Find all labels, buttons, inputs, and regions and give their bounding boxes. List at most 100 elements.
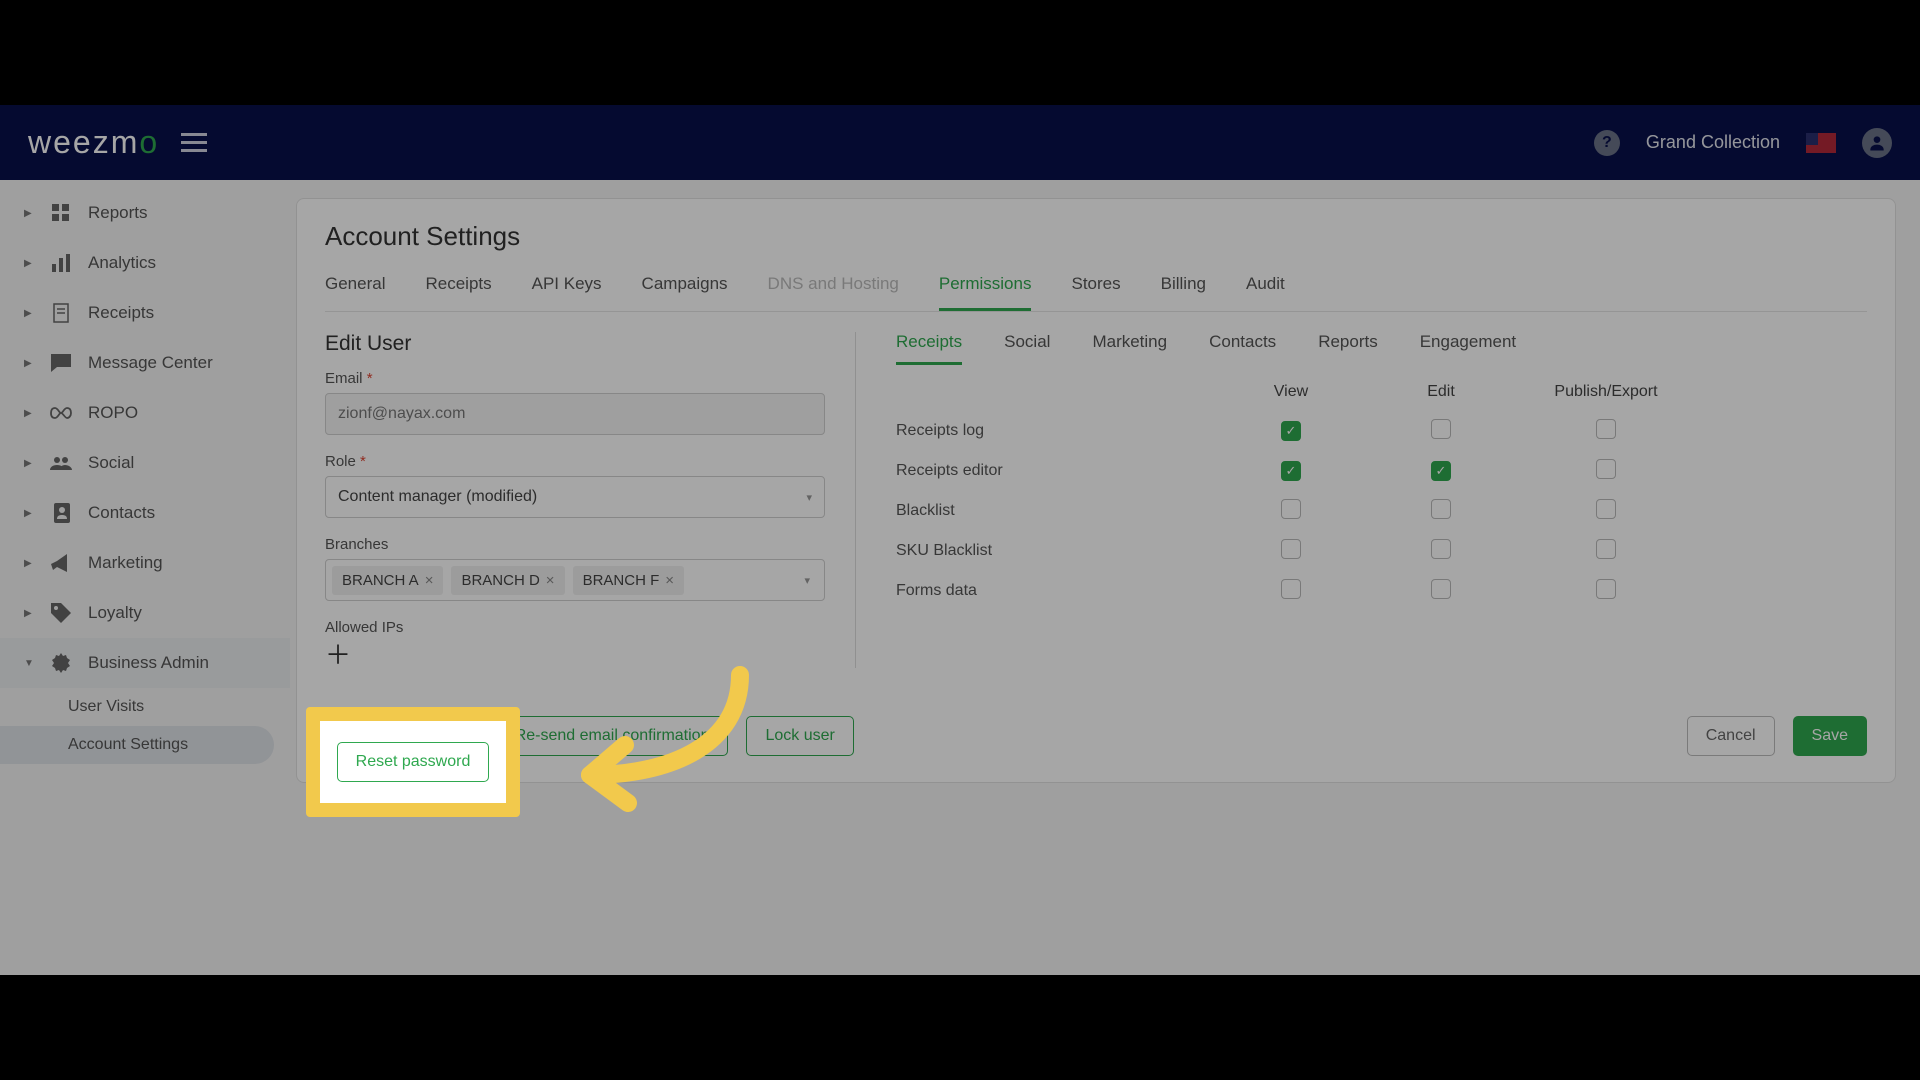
caret-icon: ▶ xyxy=(24,408,34,419)
sidebar-subitem-account-settings[interactable]: Account Settings xyxy=(0,726,274,764)
branches-multiselect[interactable]: BRANCH A× BRANCH D× BRANCH F× ▾ xyxy=(325,559,825,601)
role-select[interactable]: Content manager (modified) ▾ xyxy=(325,476,825,518)
perm-row: Forms data xyxy=(896,571,1867,611)
caret-icon: ▶ xyxy=(24,608,34,619)
app-header: weezmo ? Grand Collection xyxy=(0,105,1920,180)
caret-icon: ▶ xyxy=(24,308,34,319)
perm-row-label: SKU Blacklist xyxy=(896,542,1216,560)
perm-row-label: Forms data xyxy=(896,582,1216,600)
chip-remove-icon[interactable]: × xyxy=(425,572,434,589)
sidebar-item-label: Social xyxy=(88,453,134,473)
contact-icon xyxy=(50,502,72,524)
chip-remove-icon[interactable]: × xyxy=(546,572,555,589)
email-field[interactable] xyxy=(325,393,825,435)
user-avatar-icon[interactable] xyxy=(1862,128,1892,158)
tab-receipts[interactable]: Receipts xyxy=(425,274,491,311)
tab-api-keys[interactable]: API Keys xyxy=(532,274,602,311)
subtab-social[interactable]: Social xyxy=(1004,332,1050,365)
tab-billing[interactable]: Billing xyxy=(1161,274,1206,311)
sidebar-item-label: Marketing xyxy=(88,553,163,573)
chip-remove-icon[interactable]: × xyxy=(665,572,674,589)
message-icon xyxy=(50,352,72,374)
sidebar-item-analytics[interactable]: ▶ Analytics xyxy=(0,238,290,288)
branches-label: Branches xyxy=(325,536,825,553)
perm-row: Blacklist xyxy=(896,491,1867,531)
checkbox-view[interactable] xyxy=(1281,499,1301,519)
checkbox-view[interactable] xyxy=(1281,579,1301,599)
subtab-reports[interactable]: Reports xyxy=(1318,332,1378,365)
content: Account Settings General Receipts API Ke… xyxy=(290,180,1920,975)
sidebar-item-ropo[interactable]: ▶ ROPO xyxy=(0,388,290,438)
tab-permissions[interactable]: Permissions xyxy=(939,274,1032,311)
letterbox-top xyxy=(0,0,1920,105)
sidebar-item-contacts[interactable]: ▶ Contacts xyxy=(0,488,290,538)
checkbox-view[interactable] xyxy=(1281,421,1301,441)
subtab-receipts[interactable]: Receipts xyxy=(896,332,962,365)
gear-icon xyxy=(50,652,72,674)
sidebar-item-label: Message Center xyxy=(88,353,213,373)
infinity-icon xyxy=(50,402,72,424)
sidebar-sub-label: User Visits xyxy=(68,698,144,715)
subtab-engagement[interactable]: Engagement xyxy=(1420,332,1516,365)
subtab-marketing[interactable]: Marketing xyxy=(1092,332,1167,365)
checkbox-view[interactable] xyxy=(1281,461,1301,481)
callout-highlight: Reset password xyxy=(306,707,520,817)
checkbox-edit[interactable] xyxy=(1431,461,1451,481)
resend-email-button[interactable]: Re-send email confirmation xyxy=(496,716,729,756)
section-heading: Edit User xyxy=(325,332,825,356)
sidebar-sub-label: Account Settings xyxy=(68,736,188,753)
checkbox-edit[interactable] xyxy=(1431,539,1451,559)
caret-icon: ▶ xyxy=(24,208,34,219)
reset-password-button-highlighted[interactable]: Reset password xyxy=(337,742,490,782)
sidebar-item-reports[interactable]: ▶ Reports xyxy=(0,188,290,238)
sidebar-item-message-center[interactable]: ▶ Message Center xyxy=(0,338,290,388)
checkbox-view[interactable] xyxy=(1281,539,1301,559)
menu-icon[interactable] xyxy=(181,133,207,153)
chevron-down-icon: ▾ xyxy=(804,574,818,587)
email-label: Email * xyxy=(325,370,825,387)
sidebar-item-loyalty[interactable]: ▶ Loyalty xyxy=(0,588,290,638)
sidebar-item-social[interactable]: ▶ Social xyxy=(0,438,290,488)
label-text: Email xyxy=(325,370,363,387)
checkbox-publish[interactable] xyxy=(1596,459,1616,479)
logo: weezmo xyxy=(28,124,159,161)
sidebar-item-label: ROPO xyxy=(88,403,138,423)
checkbox-publish[interactable] xyxy=(1596,419,1616,439)
sidebar-item-label: Analytics xyxy=(88,253,156,273)
required-mark: * xyxy=(360,453,366,470)
branch-chip: BRANCH F× xyxy=(573,566,684,595)
checkbox-publish[interactable] xyxy=(1596,499,1616,519)
logo-text: weezm xyxy=(28,124,139,160)
tab-campaigns[interactable]: Campaigns xyxy=(642,274,728,311)
perm-row: Receipts log xyxy=(896,411,1867,451)
permissions-panel: Receipts Social Marketing Contacts Repor… xyxy=(886,332,1867,668)
checkbox-publish[interactable] xyxy=(1596,539,1616,559)
lock-user-button[interactable]: Lock user xyxy=(746,716,853,756)
sidebar-item-receipts[interactable]: ▶ Receipts xyxy=(0,288,290,338)
perm-header-blank xyxy=(896,383,1216,401)
checkbox-publish[interactable] xyxy=(1596,579,1616,599)
perm-col-edit: Edit xyxy=(1366,383,1516,401)
sidebar-item-marketing[interactable]: ▶ Marketing xyxy=(0,538,290,588)
sidebar-item-business-admin[interactable]: ▼ Business Admin xyxy=(0,638,290,688)
tab-stores[interactable]: Stores xyxy=(1071,274,1120,311)
save-button[interactable]: Save xyxy=(1793,716,1867,756)
logo-accent: o xyxy=(139,124,159,160)
tab-general[interactable]: General xyxy=(325,274,385,311)
checkbox-edit[interactable] xyxy=(1431,419,1451,439)
dashboard-icon xyxy=(50,202,72,224)
sidebar-subitem-user-visits[interactable]: User Visits xyxy=(0,688,290,726)
perm-row: SKU Blacklist xyxy=(896,531,1867,571)
subtab-contacts[interactable]: Contacts xyxy=(1209,332,1276,365)
cancel-button[interactable]: Cancel xyxy=(1687,716,1775,756)
flag-icon[interactable] xyxy=(1806,133,1836,153)
sidebar-item-label: Receipts xyxy=(88,303,154,323)
checkbox-edit[interactable] xyxy=(1431,579,1451,599)
header-right: ? Grand Collection xyxy=(1594,128,1892,158)
letterbox-bottom xyxy=(0,975,1920,1080)
chart-icon xyxy=(50,252,72,274)
checkbox-edit[interactable] xyxy=(1431,499,1451,519)
tab-audit[interactable]: Audit xyxy=(1246,274,1285,311)
add-ip-button[interactable]: ＋ xyxy=(325,642,825,668)
help-icon[interactable]: ? xyxy=(1594,130,1620,156)
